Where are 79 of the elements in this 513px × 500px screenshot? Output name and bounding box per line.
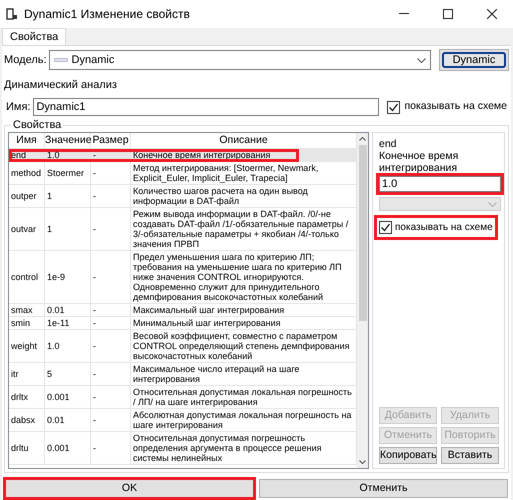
table-cell: 1e-9 (47, 272, 66, 282)
table-cell: - (93, 191, 96, 201)
column-header[interactable]: Размер (91, 133, 131, 149)
table-cell: outper (11, 191, 37, 201)
table-cell: weight (11, 341, 38, 351)
table-cell: - (93, 318, 96, 328)
table-cell-text: Относительная допустимая погрешность определения аргумента в процессе решения системы нелинейных (133, 433, 322, 463)
table-cell-text: Весовой коэффициент, совместно с параметром CONTROL определяющий степень демпфирования высокочастотных колебаний (133, 331, 351, 361)
model-button[interactable]: Dynamic (442, 52, 506, 68)
table-cell-text: Абсолютная допустимая локальная погрешность на шаге интегрирования (133, 410, 352, 430)
action-button[interactable]: Копировать (379, 447, 437, 464)
table-cell: dabsx (11, 415, 36, 425)
table-cell: Конечное время интегрирования (133, 150, 270, 160)
column-header[interactable]: Имя (9, 133, 45, 149)
table-cell-text: Метод интегрирования: [Stoermer, Newmark, Explicit_Euler, Implicit_Euler, Trapecia] (133, 163, 320, 183)
checkbox-label: показывать на схеме (404, 99, 507, 114)
table-cell: 5 (47, 369, 52, 379)
table-cell: itr (11, 369, 18, 379)
table-cell: 0.01 (47, 415, 65, 425)
model-dropdown[interactable]: Dynamic (48, 50, 431, 70)
table-cell: - (93, 341, 96, 351)
table-cell-text: Максимальное число итераций на шаге интегрирования (133, 364, 300, 384)
dialog-button[interactable]: Отменить (259, 479, 508, 498)
table-cell: 1 (47, 191, 52, 201)
table-cell: - (93, 415, 96, 425)
field-label: Имя: (6, 100, 30, 115)
table-row[interactable]: outper 1 - Количество шагов расчета на один вывод информации в DAT-файл (9, 185, 357, 208)
table-row[interactable]: outvar 1 - Режим вывода информации в DAT-файл. /0/-не создавать DAT-файл /1/-обязательные параметры / 3/-обязательные параметры + якобиан /4/-только значения ПРВП (9, 208, 357, 251)
table-cell: Минимальный шаг интегрирования (133, 318, 281, 328)
table-cell: 1.0 (47, 341, 60, 351)
table-row[interactable]: drltx 0.001 - Относительная допустимая локальная погрешность / ЛП/ на шаге интегрирования (9, 386, 357, 409)
table-row[interactable]: smax 0.01 - Максимальный шаг интегрирования (9, 304, 357, 317)
table-cell: - (93, 150, 96, 160)
table-row[interactable]: method Stoermer - Метод интегрирования: [Stoermer, Newmark, Explicit_Euler, Implicit_Euler, Trapecia] (9, 162, 357, 185)
checkbox-label: показывать на схеме (395, 221, 493, 235)
table-cell: - (93, 224, 96, 234)
property-name: end (379, 138, 398, 150)
checkbox-row[interactable]: показывать на схеме (379, 220, 493, 235)
table-cell-text: Количество шагов расчета на один вывод информации в DAT-файл (133, 186, 309, 206)
field-label: Модель: (4, 52, 47, 68)
table-cell: - (93, 272, 96, 282)
table-cell: control (11, 272, 38, 282)
column-header[interactable]: Значение (45, 133, 91, 149)
table-row[interactable]: drltu 0.001 - Относительная допустимая погрешность определения аргумента в процессе решения системы нелинейных (9, 432, 357, 465)
table-cell-text: Относительная допустимая локальная погрешность / ЛП/ на шаге интегрирования (133, 387, 353, 407)
table-cell: smin (11, 318, 30, 328)
table-cell: Stoermer (47, 168, 84, 178)
dialog-button[interactable]: OK (5, 479, 254, 498)
table-cell: method (11, 168, 42, 178)
table-cell: 0.001 (47, 443, 70, 453)
table-row[interactable]: smin 1e-11 - Минимальный шаг интегрирования (9, 317, 357, 330)
table-cell: - (93, 392, 96, 402)
table-cell: - (93, 443, 96, 453)
table-row[interactable]: dabsx 0.01 - Абсолютная допустимая локальная погрешность на шаге интегрирования (9, 409, 357, 432)
table-cell: outvar (11, 224, 36, 234)
window-title: Dynamic1 Изменение свойств (24, 6, 190, 23)
table-cell: 1 (47, 224, 52, 234)
table-row[interactable]: itr 5 - Максимальное число итераций на шаге интегрирования (9, 363, 357, 386)
table-cell: drltx (11, 392, 28, 402)
tab[interactable]: Свойства (2, 28, 66, 45)
table-cell: 1e-11 (47, 318, 70, 328)
table-cell: - (93, 305, 96, 315)
table-cell: 1.0 (47, 150, 60, 160)
table-cell: 0.001 (47, 392, 70, 402)
table-row[interactable]: weight 1.0 - Весовой коэффициент, совместно с параметром CONTROL определяющий степень демпфирования высокочастотных колебаний (9, 330, 357, 363)
table-cell-text: Предел уменьшения шага по критерию ЛП; требования на уменьшение шага по критерию ЛП ниже значения CONTROL игнорируются. Одновременно служит для принудительного демпфирования высокочастотных колебаний (133, 252, 343, 302)
section-label: Динамический анализ (4, 78, 118, 91)
table-cell: drltu (11, 443, 29, 453)
table-cell: - (93, 168, 96, 178)
table-cell: smax (11, 305, 33, 315)
table-cell: - (93, 369, 96, 379)
action-button[interactable]: Вставить (441, 447, 499, 464)
table-cell: 0.01 (47, 305, 65, 315)
table-cell: Максимальный шаг интегрирования (133, 305, 284, 315)
property-description: Конечное время интегрирования (379, 150, 460, 174)
name-field[interactable]: Dynamic1 (33, 98, 380, 116)
table-cell-text: Режим вывода информации в DAT-файл. /0/-не создавать DAT-файл /1/-обязательные параметры / 3/-обязательные параметры + якобиан /4/-только значения ПРВП (133, 209, 350, 249)
value-field[interactable]: 1.0 (379, 176, 501, 192)
dropdown-value: Dynamic (72, 52, 116, 68)
